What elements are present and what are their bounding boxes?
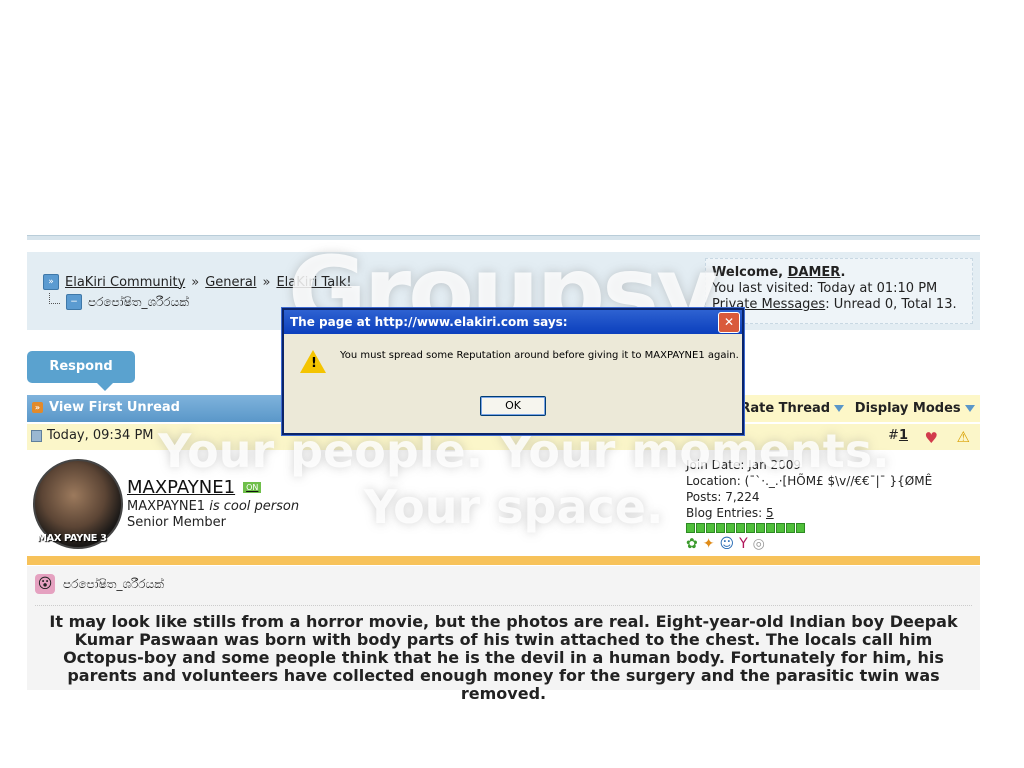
rate-thread-label: Rate Thread bbox=[740, 401, 831, 416]
reputation-segment bbox=[746, 523, 755, 533]
join-date: Join Date: Jan 2009 bbox=[686, 458, 802, 472]
breadcrumb-separator: » bbox=[262, 274, 271, 290]
reputation-segment bbox=[766, 523, 775, 533]
reputation-segment bbox=[686, 523, 695, 533]
report-post-icon[interactable]: ⚠ bbox=[957, 428, 970, 446]
blog-label: Blog Entries: bbox=[686, 506, 766, 520]
warning-icon-mark: ! bbox=[311, 356, 317, 371]
breadcrumb-separator: » bbox=[191, 274, 200, 290]
post-username[interactable]: MAXPAYNE1 ON bbox=[127, 477, 262, 498]
rate-thread-menu[interactable]: Rate Thread bbox=[740, 401, 845, 416]
breadcrumb-talk[interactable]: ElaKiri Talk! bbox=[276, 275, 351, 290]
breadcrumb-current-row: − පරපෝෂිත_ශරීරයක් bbox=[49, 292, 189, 310]
breadcrumb-general[interactable]: General bbox=[205, 275, 256, 290]
dialog-message: You must spread some Reputation around b… bbox=[340, 350, 739, 361]
reputation-segment bbox=[706, 523, 715, 533]
pm-counts: : Unread 0, Total 13. bbox=[825, 297, 957, 312]
shocked-face-icon: 😮 bbox=[35, 574, 55, 594]
username-text: MAXPAYNE1 bbox=[127, 477, 236, 498]
reputation-segment bbox=[776, 523, 785, 533]
post-number-link[interactable]: 1 bbox=[899, 428, 908, 443]
reputation-segment bbox=[736, 523, 745, 533]
reputation-segment bbox=[796, 523, 805, 533]
welcome-prefix: Welcome, bbox=[712, 265, 788, 280]
pm-line: Private Messages: Unread 0, Total 13. bbox=[712, 297, 966, 313]
skype-icon[interactable]: ◎ bbox=[753, 536, 765, 552]
view-first-unread[interactable]: » View First Unread bbox=[32, 400, 180, 415]
reputation-segment bbox=[786, 523, 795, 533]
dialog-title-bar: The page at http://www.elakiri.com says:… bbox=[284, 310, 742, 334]
welcome-line: Welcome, DAMER. bbox=[712, 265, 966, 281]
welcome-username[interactable]: DAMER bbox=[788, 265, 841, 280]
first-unread-icon: » bbox=[32, 402, 43, 413]
post-divider bbox=[35, 605, 972, 606]
user-stats: Join Date: Jan 2009 Location: (¯`·._.·[H… bbox=[686, 457, 932, 552]
thread-tools-right: Rate Thread Display Modes bbox=[735, 395, 980, 422]
status-name: MAXPAYNE1 bbox=[127, 499, 206, 514]
dialog-title: The page at http://www.elakiri.com says: bbox=[290, 315, 568, 329]
reputation-segment bbox=[716, 523, 725, 533]
post-separator bbox=[27, 556, 980, 565]
user-rank: Senior Member bbox=[127, 515, 227, 530]
breadcrumb-current: පරපෝෂිත_ශරීරයක් bbox=[88, 294, 189, 309]
post-old-icon bbox=[31, 429, 42, 442]
msn-icon[interactable]: ☺ bbox=[719, 536, 734, 552]
last-visited: You last visited: Today at 01:10 PM bbox=[712, 281, 938, 296]
post-content: 😮 පරපෝෂිත_ශරීරයක් It may look like still… bbox=[27, 566, 980, 703]
collapse-icon[interactable]: − bbox=[66, 294, 82, 310]
blog-entries: Blog Entries: 5 bbox=[686, 505, 932, 521]
tree-connector bbox=[49, 292, 60, 304]
welcome-suffix: . bbox=[840, 265, 846, 280]
forum-nav-icon[interactable]: » bbox=[43, 274, 59, 290]
blog-entries-link[interactable]: 5 bbox=[766, 506, 774, 520]
user-status: MAXPAYNE1 is cool person bbox=[127, 499, 299, 514]
online-badge: ON bbox=[243, 482, 262, 493]
icq-icon[interactable]: ✿ bbox=[686, 536, 698, 552]
breadcrumb-community[interactable]: ElaKiri Community bbox=[65, 275, 185, 290]
alert-dialog: The page at http://www.elakiri.com says:… bbox=[282, 308, 744, 435]
post-number-prefix: # bbox=[888, 428, 899, 443]
post-title: 😮 පරපෝෂිත_ශරීරයක් bbox=[35, 574, 164, 594]
top-divider bbox=[27, 235, 980, 240]
post-body: It may look like stills from a horror mo… bbox=[49, 612, 958, 703]
dialog-close-button[interactable]: ✕ bbox=[718, 312, 740, 333]
chevron-down-icon bbox=[834, 405, 845, 412]
user-info: MAX PAYNE 3 MAXPAYNE1 ON MAXPAYNE1 is coo… bbox=[27, 453, 980, 555]
display-modes-label: Display Modes bbox=[854, 401, 961, 416]
display-modes-menu[interactable]: Display Modes bbox=[855, 401, 975, 416]
reputation-segment bbox=[756, 523, 765, 533]
breadcrumb: » ElaKiri Community » General » ElaKiri … bbox=[43, 274, 352, 290]
post-date-text: Today, 09:34 PM bbox=[47, 428, 154, 443]
post-title-text: පරපෝෂිත_ශරීරයක් bbox=[63, 576, 164, 591]
reputation-heart-icon[interactable]: ♥ bbox=[925, 429, 938, 447]
social-icons: ✿ ✦ ☺ Y ◎ bbox=[686, 536, 932, 552]
location: Location: (¯`·._.·[HÕM£ $\v//€€¯|¯ }{ØMÊ bbox=[686, 474, 933, 488]
reputation-segment bbox=[726, 523, 735, 533]
yahoo-icon[interactable]: Y bbox=[739, 536, 748, 552]
view-first-unread-label: View First Unread bbox=[49, 400, 180, 415]
reputation-segment bbox=[696, 523, 705, 533]
post-count: Posts: 7,224 bbox=[686, 490, 760, 504]
aim-icon[interactable]: ✦ bbox=[703, 536, 715, 552]
post-number: #1 bbox=[888, 428, 908, 443]
respond-button[interactable]: Respond bbox=[27, 351, 135, 391]
reputation-bar bbox=[686, 523, 932, 533]
avatar-logo-text: MAX PAYNE 3 bbox=[37, 533, 107, 544]
ok-button[interactable]: OK bbox=[480, 396, 546, 416]
chevron-down-icon bbox=[964, 405, 975, 412]
welcome-box: Welcome, DAMER. You last visited: Today … bbox=[705, 258, 973, 324]
status-text: is cool person bbox=[209, 499, 300, 514]
post-date: Today, 09:34 PM bbox=[31, 428, 154, 443]
